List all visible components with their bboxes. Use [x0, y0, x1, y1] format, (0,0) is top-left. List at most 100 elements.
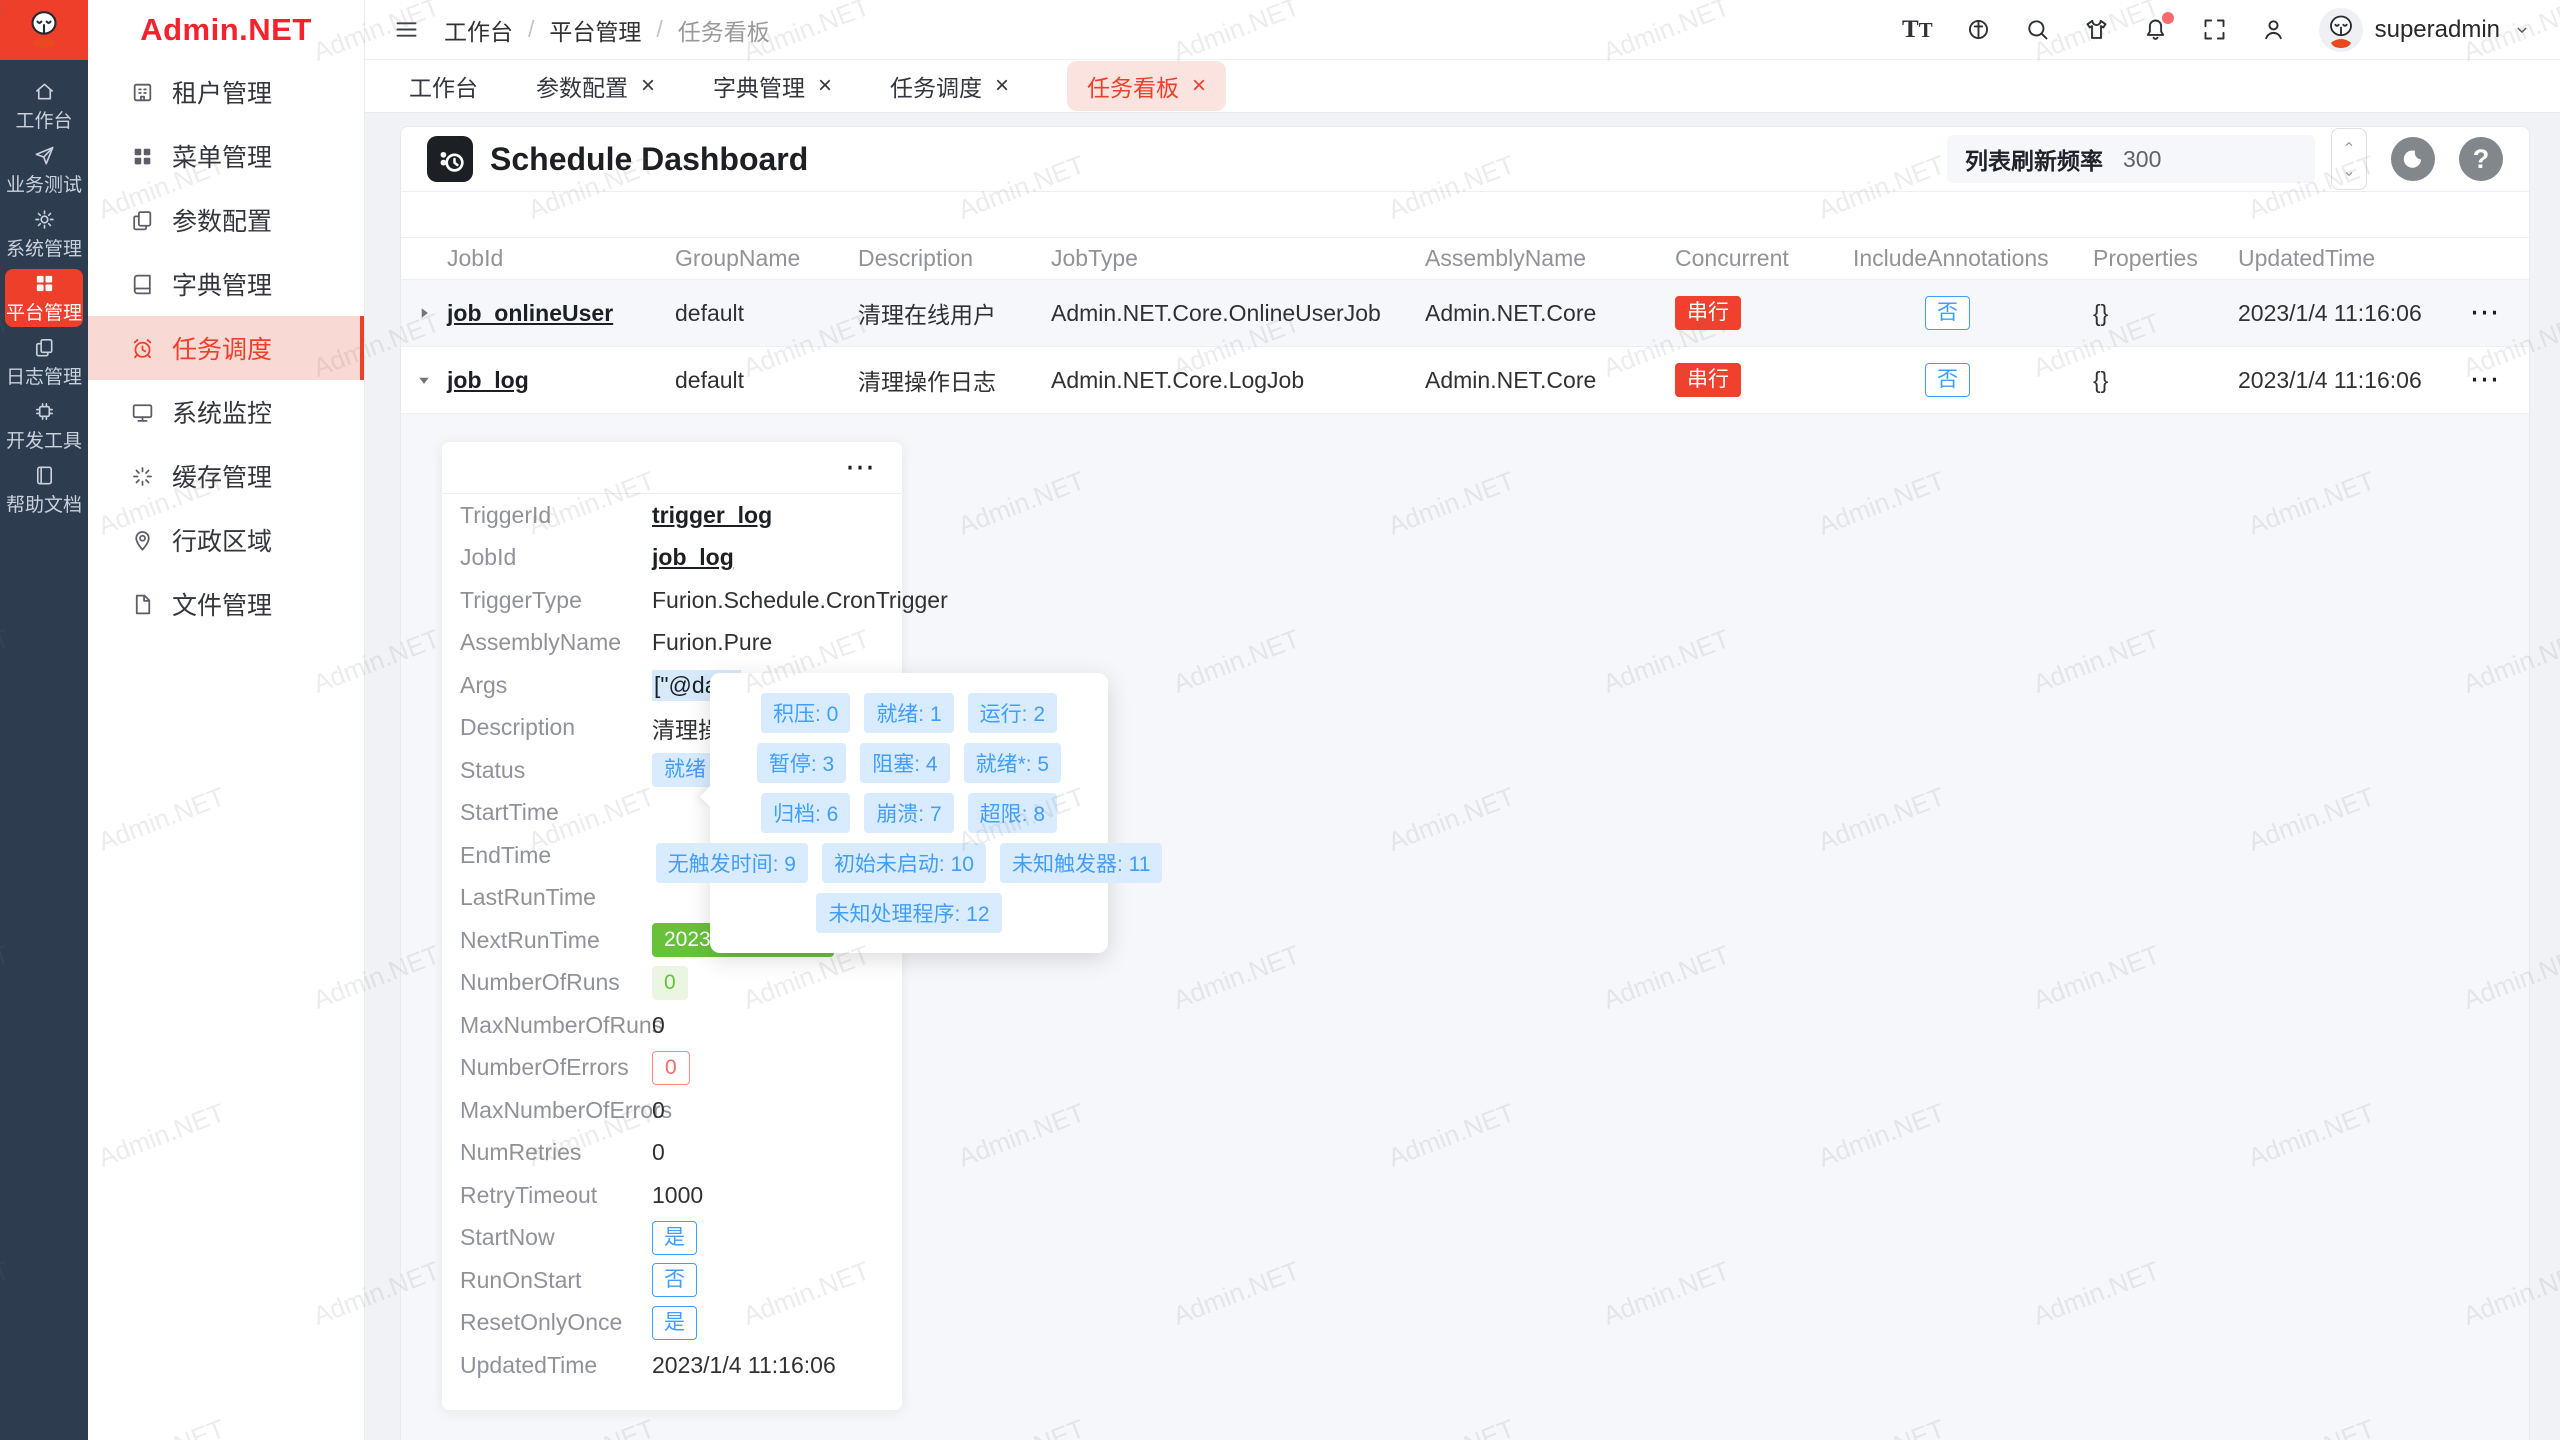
- sidebar-item-1[interactable]: 菜单管理: [88, 124, 364, 188]
- alarm-clock-icon: [130, 336, 155, 361]
- status-legend-row: 暂停: 3阻塞: 4就绪*: 5: [720, 738, 1098, 788]
- job-id-link[interactable]: job_log: [447, 367, 529, 393]
- detail-tag: 就绪: [652, 753, 718, 787]
- rail-item-5[interactable]: 开发工具: [5, 397, 83, 455]
- tab-4[interactable]: 任务看板×: [1067, 61, 1226, 111]
- rail-item-3[interactable]: 平台管理: [5, 269, 83, 327]
- status-badge: 未知触发器: 11: [1000, 843, 1162, 883]
- rail-item-4[interactable]: 日志管理: [5, 333, 83, 391]
- column-header: Properties: [2093, 245, 2238, 272]
- tab-3[interactable]: 任务调度×: [890, 69, 1009, 103]
- detail-tag: 否: [652, 1263, 697, 1297]
- sidebar-item-7[interactable]: 行政区域: [88, 508, 364, 572]
- sidebar-item-6[interactable]: 缓存管理: [88, 444, 364, 508]
- detail-label: MaxNumberOfRuns: [460, 1012, 652, 1039]
- status-badge: 积压: 0: [761, 693, 850, 733]
- cell-job-type: Admin.NET.Core.OnlineUserJob: [1051, 300, 1425, 327]
- cell-description: 清理操作日志: [858, 363, 1051, 397]
- sidebar-collapse-icon[interactable]: [393, 16, 420, 43]
- user-menu[interactable]: superadmin: [2319, 8, 2532, 52]
- sidebar-item-label: 行政区域: [172, 522, 272, 558]
- status-legend-row: 未知处理程序: 12: [720, 888, 1098, 938]
- sidebar-item-3[interactable]: 字典管理: [88, 252, 364, 316]
- status-badge: 就绪*: 5: [964, 743, 1062, 783]
- concurrent-tag: 串行: [1675, 296, 1741, 330]
- table-row: job_logdefault清理操作日志Admin.NET.Core.LogJo…: [401, 347, 2529, 414]
- rail-item-0[interactable]: 工作台: [5, 77, 83, 135]
- rail-item-label: 日志管理: [6, 362, 82, 389]
- sidebar-item-4[interactable]: 任务调度: [88, 316, 364, 380]
- user-name: superadmin: [2375, 16, 2500, 44]
- user-icon[interactable]: [2260, 16, 2287, 43]
- search-icon[interactable]: [2024, 16, 2051, 43]
- navbar-actions: TT superadmin: [1902, 8, 2532, 52]
- dark-mode-button[interactable]: [2391, 137, 2435, 181]
- detail-row: JobIdjob_log: [442, 537, 902, 580]
- detail-link[interactable]: trigger_log: [652, 502, 772, 529]
- stepper-down-icon[interactable]: [2332, 159, 2366, 189]
- status-badge: 超限: 8: [968, 793, 1057, 833]
- detail-row: MaxNumberOfRuns0: [442, 1004, 902, 1047]
- sidebar-item-0[interactable]: 租户管理: [88, 60, 364, 124]
- breadcrumb-item-1[interactable]: 平台管理: [549, 13, 641, 47]
- tab-2[interactable]: 字典管理×: [713, 69, 832, 103]
- main-area: 工作台/平台管理/任务看板 TTsuperadmin 工作台参数配置×字典管理×…: [365, 0, 2560, 1440]
- rail-item-6[interactable]: 帮助文档: [5, 461, 83, 519]
- detail-label: NextRunTime: [460, 927, 652, 954]
- stepper-up-icon[interactable]: [2332, 129, 2366, 159]
- refresh-rate-label: 列表刷新频率: [1965, 142, 2103, 176]
- fullscreen-icon[interactable]: [2201, 16, 2228, 43]
- status-badge: 归档: 6: [761, 793, 850, 833]
- cache-icon: [130, 464, 155, 489]
- tab-close-icon[interactable]: ×: [818, 74, 832, 98]
- rail-item-2[interactable]: 系统管理: [5, 205, 83, 263]
- help-button[interactable]: ?: [2459, 137, 2503, 181]
- tab-close-icon[interactable]: ×: [1192, 74, 1206, 98]
- caret-down-icon[interactable]: [413, 369, 435, 391]
- status-badge: 未知处理程序: 12: [816, 893, 1001, 933]
- sidebar-item-label: 参数配置: [172, 202, 272, 238]
- detail-tag: 0: [652, 1051, 690, 1085]
- detail-text: 0: [652, 1097, 665, 1124]
- detail-label: RunOnStart: [460, 1267, 652, 1294]
- card-header: Schedule Dashboard 列表刷新频率 300 ?: [401, 127, 2529, 191]
- status-legend-row: 积压: 0就绪: 1运行: 2: [720, 688, 1098, 738]
- refresh-rate-stepper: [2331, 128, 2367, 190]
- detail-link[interactable]: job_log: [652, 544, 734, 571]
- column-header: Description: [858, 245, 1051, 272]
- tab-0[interactable]: 工作台: [409, 69, 478, 103]
- sidebar-item-5[interactable]: 系统监控: [88, 380, 364, 444]
- detail-text: Furion.Pure: [652, 629, 772, 656]
- notification-bell-icon[interactable]: [2142, 16, 2169, 43]
- detail-row: RunOnStart否: [442, 1259, 902, 1302]
- breadcrumb-item-2[interactable]: 任务看板: [678, 13, 770, 47]
- sidebar-item-label: 租户管理: [172, 74, 272, 110]
- caret-right-icon[interactable]: [413, 302, 435, 324]
- detail-label: EndTime: [460, 842, 652, 869]
- sidebar-item-2[interactable]: 参数配置: [88, 188, 364, 252]
- sidebar-item-label: 菜单管理: [172, 138, 272, 174]
- schedule-calendar-icon: [427, 136, 473, 182]
- rail-item-1[interactable]: 业务测试: [5, 141, 83, 199]
- font-size-icon[interactable]: TT: [1902, 16, 1933, 44]
- tab-close-icon[interactable]: ×: [995, 74, 1009, 98]
- job-id-link[interactable]: job_onlineUser: [447, 300, 613, 326]
- theme-shirt-icon[interactable]: [2083, 16, 2110, 43]
- cell-assembly-name: Admin.NET.Core: [1425, 367, 1675, 394]
- language-icon[interactable]: [1965, 16, 1992, 43]
- sidebar-item-8[interactable]: 文件管理: [88, 572, 364, 636]
- chevron-down-icon: [2512, 20, 2532, 40]
- tab-close-icon[interactable]: ×: [641, 74, 655, 98]
- cell-description: 清理在线用户: [858, 296, 1051, 330]
- refresh-rate-input[interactable]: 列表刷新频率 300: [1947, 135, 2315, 183]
- breadcrumb-item-0[interactable]: 工作台: [444, 13, 513, 47]
- tab-1[interactable]: 参数配置×: [536, 69, 655, 103]
- status-badge: 初始未启动: 10: [822, 843, 986, 883]
- app-logo[interactable]: [0, 0, 88, 60]
- cell-group-name: default: [675, 300, 858, 327]
- expanded-row-region: ⋯ TriggerIdtrigger_logJobIdjob_logTrigge…: [401, 414, 2529, 1440]
- refresh-rate-value: 300: [2123, 146, 2161, 173]
- detail-row: ResetOnlyOnce是: [442, 1302, 902, 1345]
- detail-label: StartTime: [460, 799, 652, 826]
- detail-text: 0: [652, 1012, 665, 1039]
